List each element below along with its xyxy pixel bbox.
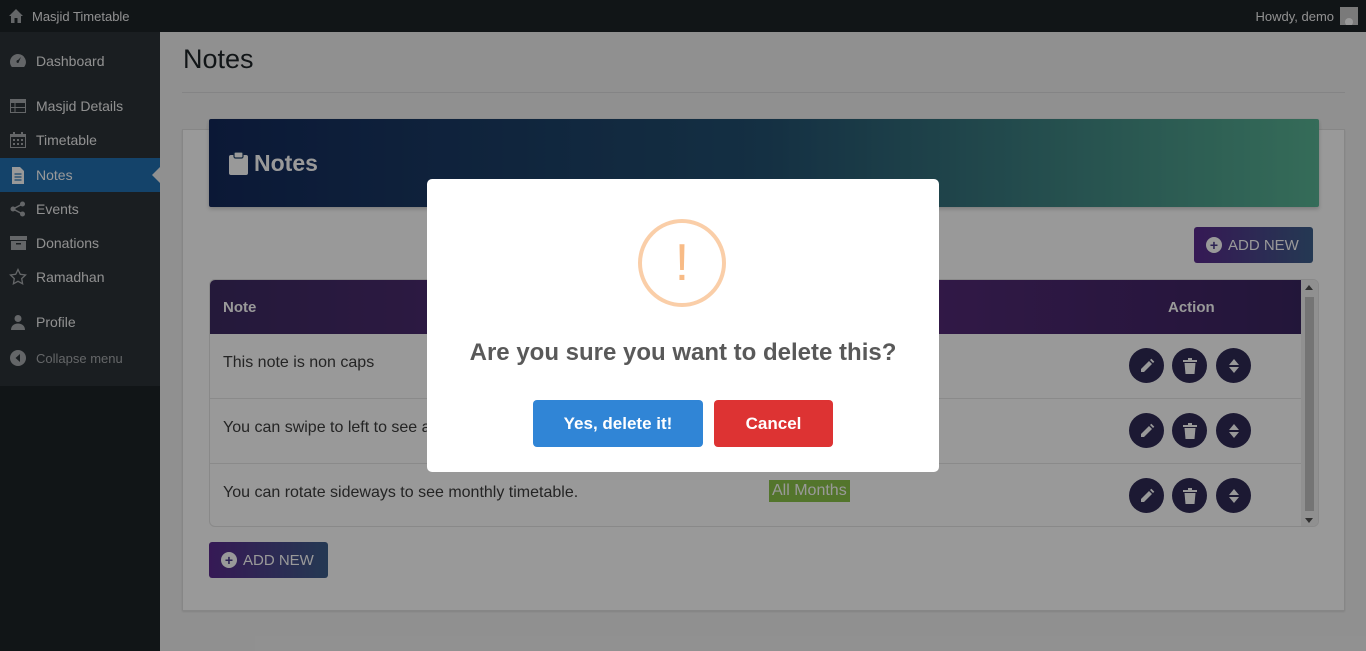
delete-confirm-dialog: ! Are you sure you want to delete this? …	[427, 179, 939, 472]
warning-icon: !	[638, 219, 726, 307]
warning-symbol: !	[674, 234, 690, 292]
confirm-delete-button[interactable]: Yes, delete it!	[533, 400, 703, 447]
dialog-title: Are you sure you want to delete this?	[469, 339, 897, 366]
cancel-button[interactable]: Cancel	[714, 400, 833, 447]
